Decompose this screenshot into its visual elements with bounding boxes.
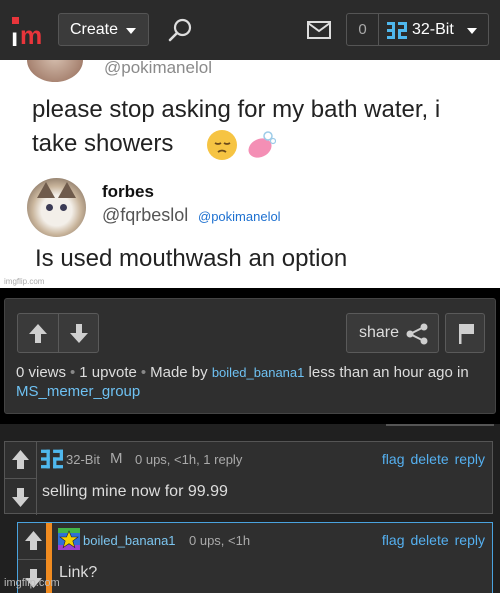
meme-image[interactable]: @pokimanelol please stop asking for my b…	[0, 60, 500, 288]
pensive-emoji-icon	[207, 130, 237, 160]
comment-actions: flag delete reply	[376, 451, 485, 467]
comment-username[interactable]: boiled_banana1	[83, 533, 176, 548]
share-label: share	[359, 324, 400, 341]
upvote-arrow-icon[interactable]	[5, 442, 36, 478]
user-menu-button[interactable]: 32-Bit	[379, 13, 489, 46]
downvote-arrow-icon[interactable]	[5, 479, 36, 515]
image-watermark: imgflip.com	[4, 277, 45, 286]
logo-m: m	[20, 22, 43, 50]
comment-username[interactable]: 32-Bit	[66, 452, 100, 467]
comment-text: Link?	[59, 564, 98, 581]
logo-i: ı	[11, 22, 19, 52]
reply-author-name: forbes	[102, 182, 154, 201]
comment-reply: boiled_banana1 0 ups, <1h flag delete repl…	[17, 522, 493, 593]
share-button[interactable]: share	[346, 313, 439, 353]
mail-icon[interactable]	[306, 20, 332, 40]
meta-separator: •	[70, 364, 76, 381]
made-by-label: Made by	[150, 364, 208, 381]
cat-ear	[37, 182, 55, 198]
reply-author-handle: @fqrbeslol	[102, 205, 189, 225]
mod-badge: M	[110, 450, 123, 467]
flag-link[interactable]: flag	[382, 532, 405, 548]
flag-icon	[459, 324, 474, 344]
site-logo[interactable]: ı m	[9, 12, 49, 52]
group-link[interactable]: MS_memer_group	[16, 383, 140, 400]
divider-line	[386, 424, 494, 426]
comments-section: 32-Bit M 0 ups, <1h, 1 reply flag delete r…	[0, 424, 500, 593]
soap-emoji-icon	[248, 131, 276, 158]
comment-stats: 0 ups, <1h	[189, 533, 251, 548]
search-icon[interactable]	[167, 17, 193, 43]
chevron-down-icon	[126, 28, 136, 34]
comment-text: selling mine now for 99.99	[42, 483, 228, 500]
cat-eye	[60, 204, 67, 211]
username-label: 32-Bit	[412, 21, 454, 38]
tweet-avatar	[27, 60, 83, 82]
user-avatar-icon	[41, 449, 63, 469]
delete-link[interactable]: delete	[410, 451, 448, 467]
comment-vote-column	[5, 442, 37, 515]
post-time: less than an hour ago in	[308, 364, 469, 381]
post-meta: 0 views • 1 upvote • Made by boiled_banana1 …	[16, 363, 486, 401]
post-info-panel: share 0 views • 1 upvote • Made by boiled_ba…	[4, 298, 496, 414]
reply-link[interactable]: reply	[455, 451, 485, 467]
upvote-arrow-icon[interactable]	[18, 314, 58, 352]
flag-link[interactable]: flag	[382, 451, 405, 467]
chevron-down-icon	[467, 28, 477, 34]
comment: 32-Bit M 0 ups, <1h, 1 reply flag delete r…	[4, 441, 493, 515]
reply-link[interactable]: reply	[455, 532, 485, 548]
top-navbar: ı m Create 0 32-Bit	[0, 0, 500, 60]
cat-ear	[58, 182, 76, 198]
star-avatar-icon	[58, 528, 80, 550]
upvote-count: 1 upvote	[79, 364, 137, 381]
meta-separator: •	[140, 364, 147, 381]
create-label: Create	[70, 21, 119, 38]
notification-count[interactable]: 0	[346, 13, 379, 46]
site-watermark: imgflip.com	[4, 577, 60, 589]
upvote-arrow-icon[interactable]	[18, 523, 49, 559]
cat-avatar	[27, 178, 86, 237]
cat-eye	[46, 204, 53, 211]
reply-mention: @pokimanelol	[198, 209, 281, 224]
user-avatar-icon	[387, 22, 407, 39]
tweet-handle: @pokimanelol	[104, 60, 212, 77]
share-icon	[406, 323, 428, 345]
author-link[interactable]: boiled_banana1	[212, 365, 305, 380]
create-button[interactable]: Create	[58, 13, 149, 46]
comment-stats: 0 ups, <1h, 1 reply	[135, 452, 243, 467]
view-count: 0 views	[16, 364, 67, 381]
delete-link[interactable]: delete	[410, 532, 448, 548]
comment-actions: flag delete reply	[376, 532, 485, 548]
vote-buttons	[17, 313, 99, 353]
reply-text: Is used mouthwash an option	[35, 245, 348, 272]
flag-button[interactable]	[445, 313, 485, 353]
downvote-arrow-icon[interactable]	[59, 314, 99, 352]
